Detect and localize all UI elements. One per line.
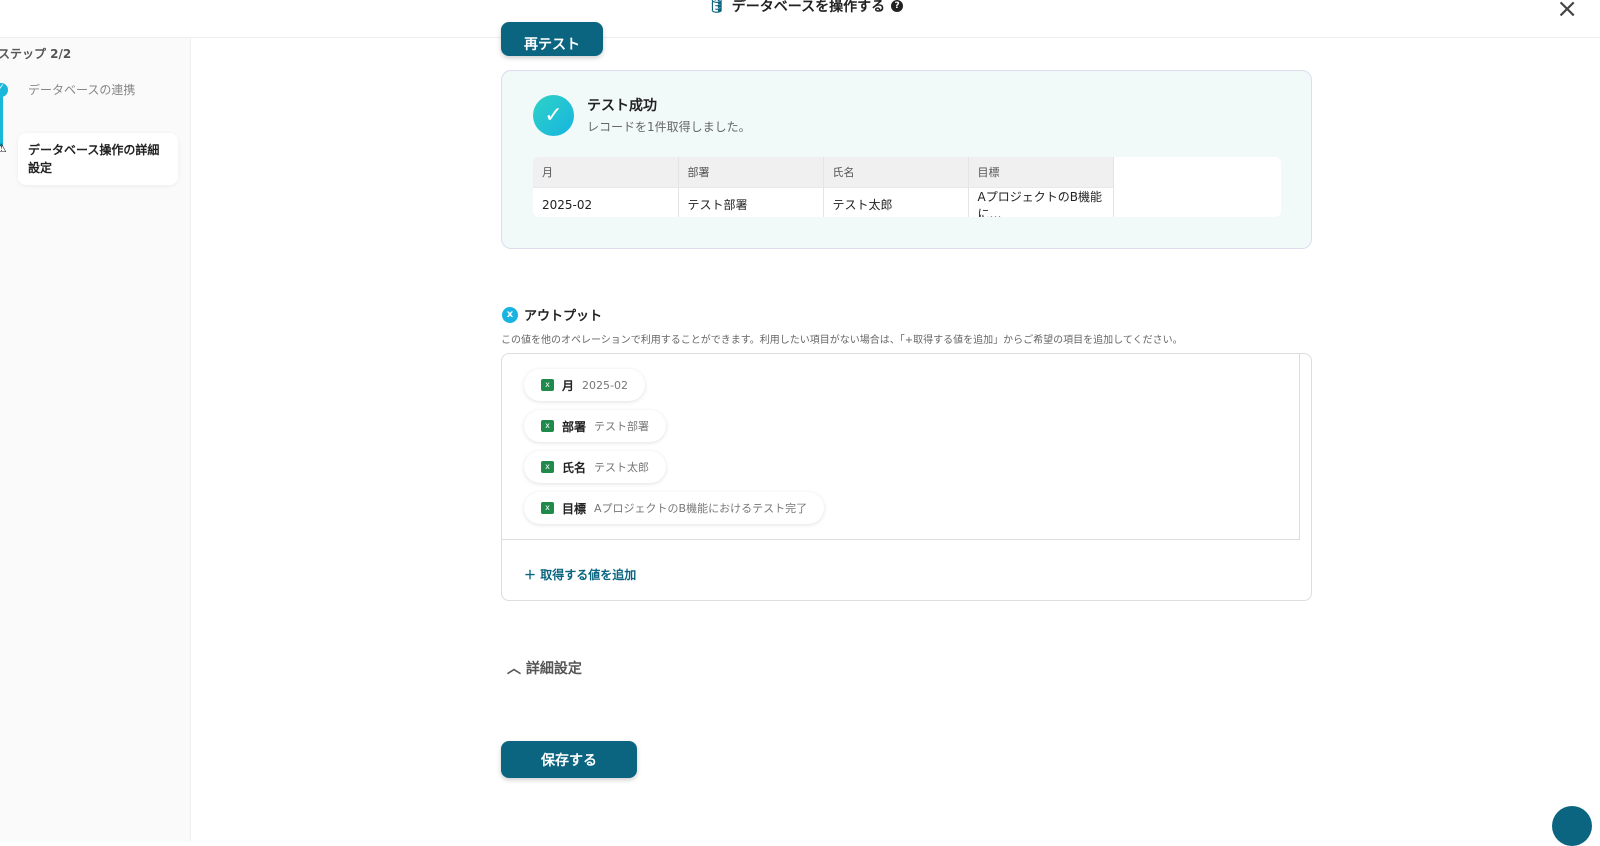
result-table: 月部署 氏名 目標 2025-02 テスト部署 テスト太郎 AプロジェクトのB機能に… bbox=[533, 157, 1281, 217]
plus-icon: ＋ bbox=[524, 568, 541, 582]
step-label: ステップ 2/2 bbox=[0, 47, 72, 61]
output-box: x 月 2025-02 x 部署 テスト部署 x 氏名 テスト太郎 x 目標 AプロジェクトのB… bbox=[501, 353, 1312, 601]
detail-settings-label: 詳細設定 bbox=[525, 661, 582, 677]
output-heading: x アウトプット bbox=[502, 305, 602, 324]
excel-icon: x bbox=[541, 502, 554, 514]
excel-icon: x bbox=[541, 461, 554, 473]
test-result-panel: ✓ テスト成功 レコードを1件取得しました。 月部署 氏名 目標 2025-02 テス… bbox=[501, 70, 1312, 249]
output-chip[interactable]: x 氏名 テスト太郎 bbox=[524, 451, 667, 483]
column-header: 月 bbox=[533, 157, 679, 187]
output-list: x 月 2025-02 x 部署 テスト部署 x 氏名 テスト太郎 x 目標 AプロジェクトのB… bbox=[502, 354, 1300, 540]
chip-key: 部署 bbox=[562, 419, 587, 434]
retest-button[interactable]: 再テスト bbox=[501, 22, 603, 56]
detail-settings-toggle[interactable]: ︿ 詳細設定 bbox=[507, 658, 582, 678]
chip-value: テスト部署 bbox=[594, 420, 650, 433]
title-text: データベースを操作する bbox=[731, 0, 886, 15]
header: 🛢 データベースを操作する? × bbox=[0, 0, 1600, 38]
help-icon[interactable]: ? bbox=[891, 0, 904, 12]
warning-icon: ⚠ bbox=[0, 141, 7, 155]
test-subtitle: レコードを1件取得しました。 bbox=[587, 120, 751, 134]
sidebar: ステップ 2/2 ✓ データベースの連携 ⚠ データベース操作の詳細設定 bbox=[0, 38, 191, 841]
table-row: 2025-02 テスト部署 テスト太郎 AプロジェクトのB機能に… bbox=[533, 186, 1114, 217]
chip-key: 月 bbox=[562, 378, 575, 393]
database-icon: 🛢 bbox=[708, 0, 726, 14]
excel-icon: x bbox=[541, 420, 554, 432]
step-line bbox=[0, 91, 3, 146]
chip-key: 目標 bbox=[562, 501, 587, 516]
cell: テスト太郎 bbox=[823, 186, 969, 217]
excel-icon: x bbox=[541, 379, 554, 391]
output-chip[interactable]: x 目標 AプロジェクトのB機能におけるテスト完了 bbox=[524, 492, 825, 524]
output-description: この値を他のオペレーションで利用することができます。利用したい項目がない場合は、… bbox=[501, 335, 1183, 346]
output-title: アウトプット bbox=[524, 309, 603, 324]
page-title: 🛢 データベースを操作する? bbox=[708, 0, 904, 16]
chip-value: AプロジェクトのB機能におけるテスト完了 bbox=[594, 502, 808, 515]
cell: テスト部署 bbox=[678, 186, 824, 217]
column-header: 氏名 bbox=[823, 157, 969, 187]
column-header: 目標 bbox=[968, 157, 1114, 187]
success-check-icon: ✓ bbox=[533, 95, 574, 136]
chip-value: 2025-02 bbox=[582, 378, 628, 392]
cell: 2025-02 bbox=[533, 186, 679, 217]
variable-icon: x bbox=[502, 306, 518, 323]
sidebar-item-database-link[interactable]: データベースの連携 bbox=[28, 81, 135, 98]
chip-value: テスト太郎 bbox=[594, 461, 650, 474]
add-value-label: 取得する値を追加 bbox=[540, 568, 637, 582]
cell: AプロジェクトのB機能に… bbox=[968, 186, 1114, 217]
column-header: 部署 bbox=[678, 157, 824, 187]
chip-key: 氏名 bbox=[562, 460, 587, 475]
output-chip[interactable]: x 部署 テスト部署 bbox=[524, 410, 667, 442]
output-chip[interactable]: x 月 2025-02 bbox=[524, 369, 645, 401]
sidebar-item-database-detail[interactable]: データベース操作の詳細設定 bbox=[18, 133, 178, 185]
add-value-button[interactable]: ＋ 取得する値を追加 bbox=[524, 566, 636, 583]
close-icon[interactable]: × bbox=[1556, 0, 1578, 24]
chevron-up-icon: ︿ bbox=[507, 661, 526, 677]
save-button[interactable]: 保存する bbox=[501, 741, 637, 778]
test-title: テスト成功 bbox=[587, 98, 657, 114]
chat-support-icon[interactable] bbox=[1552, 806, 1592, 846]
check-icon: ✓ bbox=[0, 83, 8, 97]
